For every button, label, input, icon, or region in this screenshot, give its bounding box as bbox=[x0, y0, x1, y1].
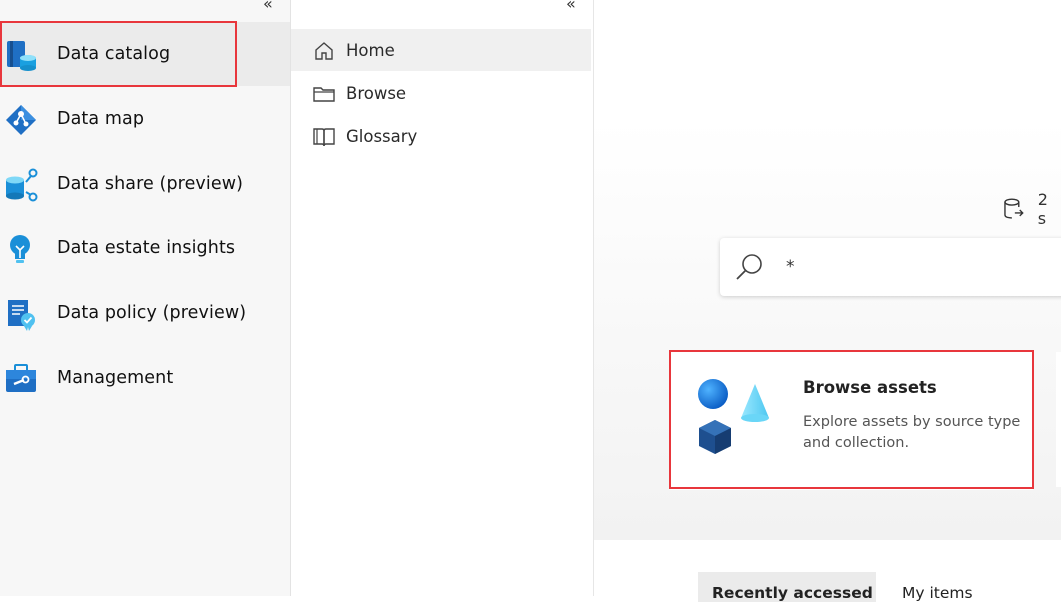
app-rail: « Data catalog Data map Data share (prev… bbox=[0, 0, 291, 596]
subnav-item-label: Browse bbox=[346, 83, 407, 103]
search-value: * bbox=[786, 257, 795, 277]
rail-item-label: Management bbox=[57, 368, 174, 388]
catalog-subnav: « Home Browse Glossary bbox=[291, 0, 594, 596]
rail-item-label: Data share (preview) bbox=[57, 174, 244, 194]
highlight-box-browse-assets bbox=[669, 350, 1034, 489]
subnav-item-label: Home bbox=[346, 40, 395, 60]
rail-item-label: Data policy (preview) bbox=[57, 303, 247, 323]
tab-recently-accessed[interactable]: Recently accessed bbox=[698, 572, 876, 602]
search-icon bbox=[736, 254, 762, 280]
insights-bulb-icon bbox=[10, 235, 30, 263]
data-policy-icon bbox=[8, 300, 35, 331]
data-share-icon bbox=[6, 168, 38, 202]
folder-icon bbox=[313, 87, 335, 102]
subnav-item-browse[interactable]: Browse bbox=[291, 72, 591, 114]
home-icon bbox=[315, 42, 333, 60]
sources-count[interactable]: 2 s bbox=[1002, 190, 1061, 228]
rail-item-data-share[interactable]: Data share (preview) bbox=[0, 152, 290, 216]
book-icon bbox=[313, 128, 335, 147]
data-map-icon bbox=[6, 105, 36, 135]
collapse-subnav-button[interactable]: « bbox=[566, 0, 576, 13]
subnav-item-label: Glossary bbox=[346, 126, 418, 146]
rail-item-management[interactable]: Management bbox=[0, 346, 290, 410]
rail-item-label: Data estate insights bbox=[57, 238, 236, 258]
toolbox-icon bbox=[6, 364, 36, 392]
rail-item-data-estate-insights[interactable]: Data estate insights bbox=[0, 216, 290, 280]
catalog-home-content: 2 s * Browse assets Explore assets by so… bbox=[594, 0, 1061, 602]
next-card-edge bbox=[1056, 352, 1061, 487]
database-export-icon bbox=[1004, 198, 1024, 219]
rail-item-data-policy[interactable]: Data policy (preview) bbox=[0, 281, 290, 345]
rail-item-label: Data map bbox=[57, 109, 145, 129]
subnav-item-glossary[interactable]: Glossary bbox=[291, 115, 591, 157]
highlight-box-data-catalog bbox=[0, 21, 237, 87]
collapse-rail-button[interactable]: « bbox=[263, 0, 273, 13]
tab-my-items[interactable]: My items bbox=[902, 572, 973, 614]
search-input[interactable]: * bbox=[720, 238, 1061, 296]
subnav-item-home[interactable]: Home bbox=[291, 29, 591, 71]
sources-count-text: 2 s bbox=[1037, 190, 1048, 228]
rail-item-data-map[interactable]: Data map bbox=[0, 87, 290, 151]
